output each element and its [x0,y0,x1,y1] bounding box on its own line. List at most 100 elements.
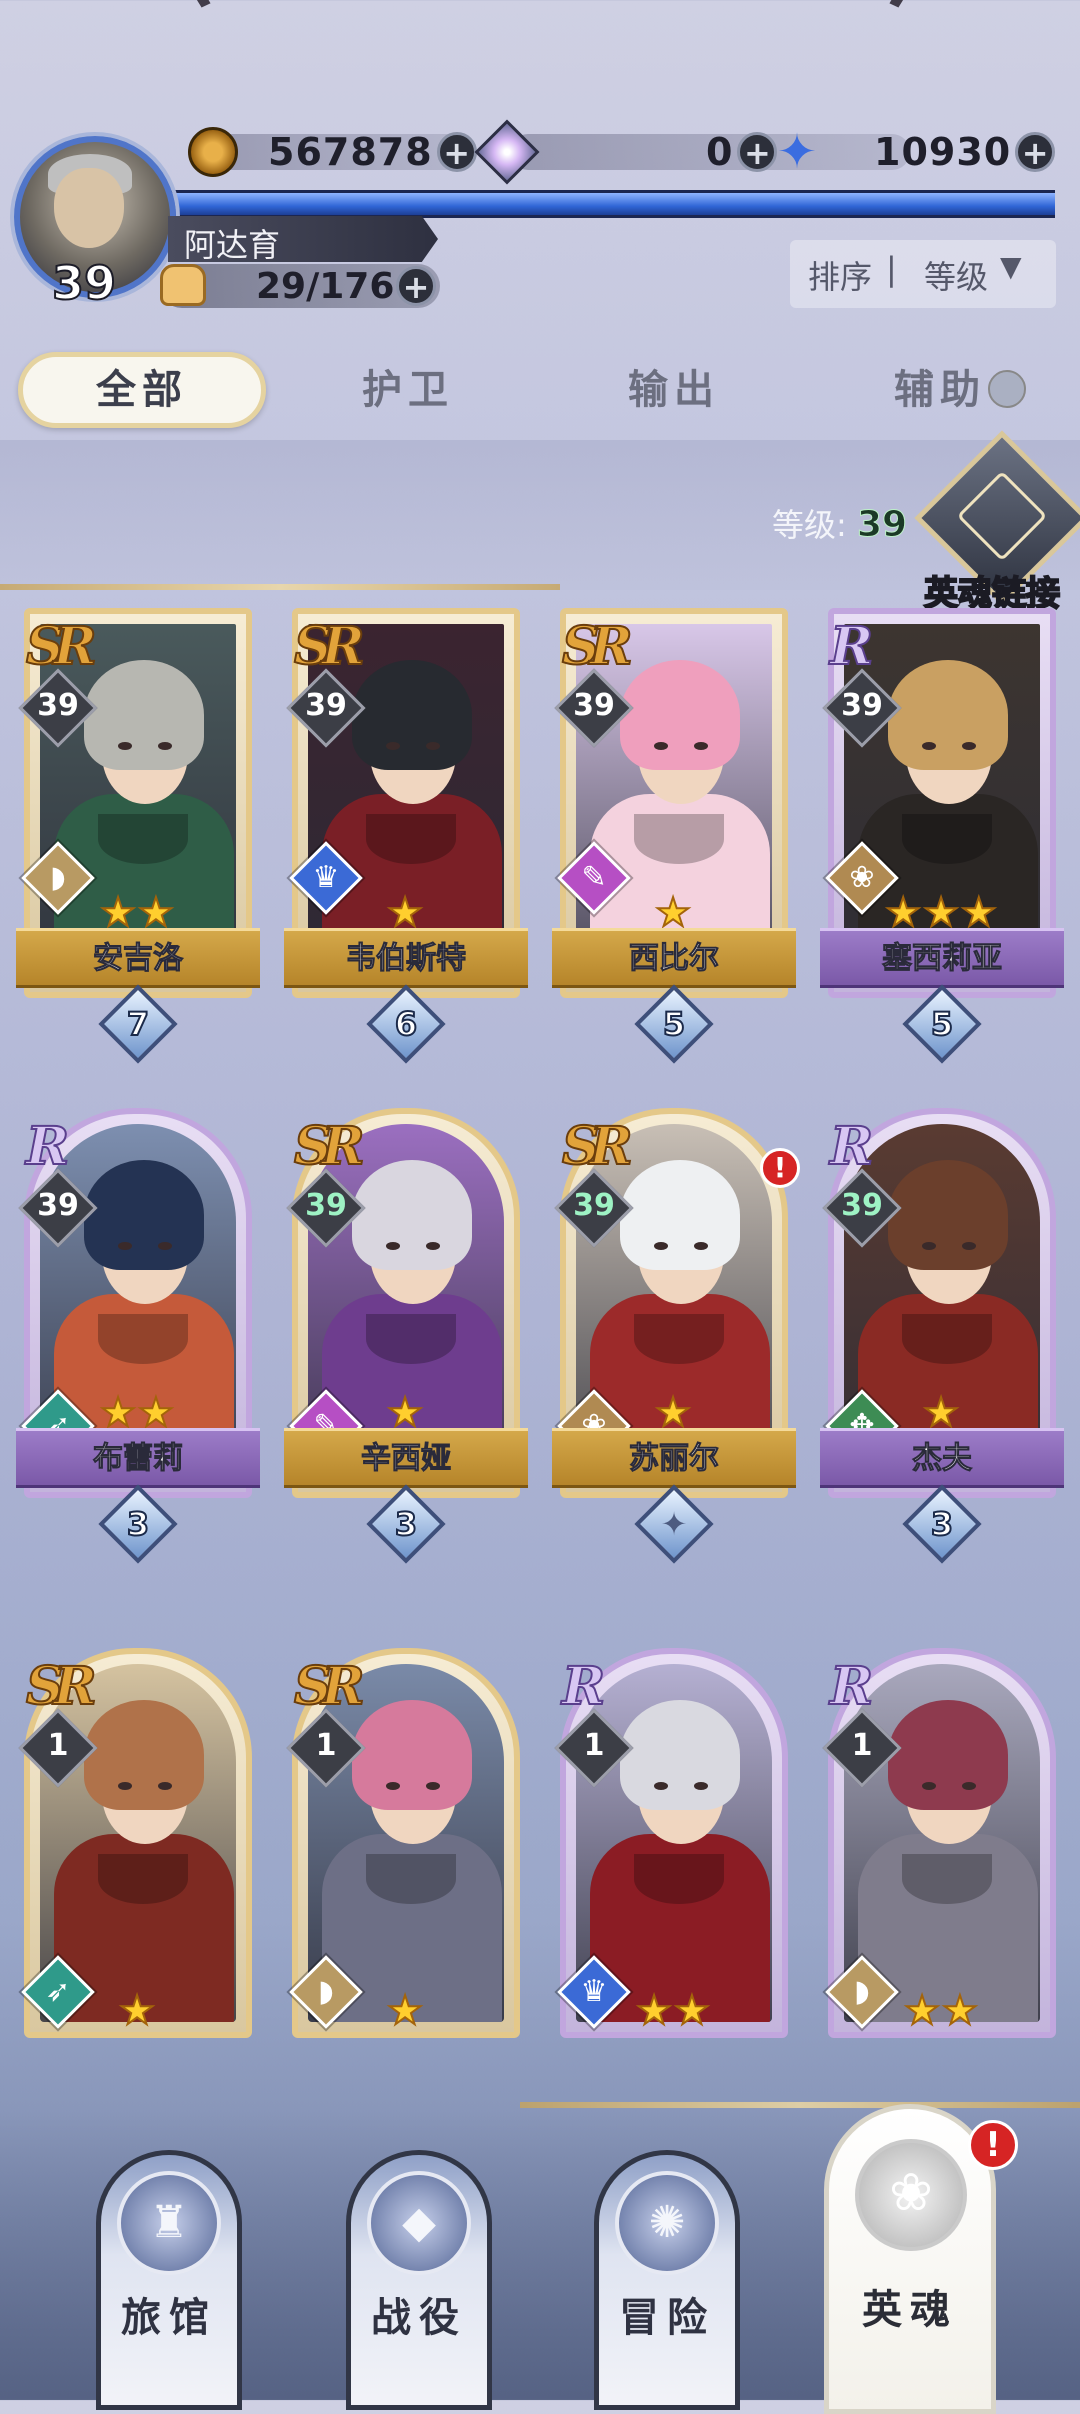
gold-value: 567878 [268,130,433,174]
hero-level-label: 等级: [772,506,847,544]
hero-level: 39 [841,1188,883,1223]
blue-star-icon: ✦ [776,124,818,180]
gem-icon [474,119,540,185]
sort-dropdown[interactable]: 排序 | 等级 ▼ [790,240,1056,308]
hero-name: 苏丽尔 [552,1428,796,1488]
nav-adventure[interactable]: ✺ 冒险 [594,2150,740,2410]
sort-divider: | [886,250,897,288]
section-divider-bottom [520,2102,1080,2108]
hero-name: 塞西莉亚 [820,928,1064,988]
hero-card[interactable]: R 1 ◗ ★★ [822,1648,1060,2068]
nav-campaign[interactable]: ◆ 战役 [346,2150,492,2410]
campaign-banner-icon: ◆ [367,2171,471,2275]
gold-coin-icon [188,127,238,177]
hero-alert-badge: ! [760,1148,800,1188]
sort-value: 等级 [924,258,989,296]
bread-stamina-icon [160,264,206,306]
soul-count: 6 [394,1004,418,1044]
star-rating: ★ [118,1987,157,2035]
add-star-button[interactable]: + [1015,132,1056,172]
section-divider [0,584,560,590]
resource-bar: 567878 + 0 + ✦ 10930 + [170,119,1056,185]
rarity-badge: R [561,1655,606,1718]
hero-name: 韦伯斯特 [284,928,528,988]
experience-bar [160,190,1055,218]
hero-card[interactable]: R 39 ➶ ★★ 布蕾莉 3 [16,1108,260,1564]
hero-name: 杰夫 [820,1428,1064,1488]
hero-name: 辛西娅 [284,1428,528,1488]
rarity-badge: SR [293,1115,366,1178]
hero-level: 39 [37,688,79,723]
hero-level: 1 [851,1728,873,1763]
tab-scroll-dot [988,370,1026,408]
sort-label: 排序 [808,258,873,296]
compass-star-icon: ✦ [660,1505,688,1543]
hero-level: 39 [305,1188,347,1223]
hero-card[interactable]: SR 39 ✎ ★ 西比尔 5 [552,608,796,1064]
hero-card[interactable]: R 1 ♛ ★★ [554,1648,792,2068]
add-stamina-button[interactable]: + [396,266,436,306]
soul-count: 5 [930,1004,954,1044]
hero-card[interactable]: SR 1 ◗ ★ [286,1648,524,2068]
add-gem-button[interactable]: + [737,132,778,172]
tab-guardian[interactable]: 护卫 [300,352,516,428]
hero-level-info: 等级: 39 [772,500,908,546]
soul-count: 5 [662,1004,686,1044]
hero-level-value: 39 [856,504,908,546]
player-name-plate: 阿达育 [168,216,438,262]
nav-campaign-label: 战役 [371,2295,467,2341]
nav-tavern[interactable]: ♜ 旅馆 [96,2150,242,2410]
player-level: 39 [51,255,117,311]
hero-level: 39 [573,688,615,723]
rarity-badge: SR [293,615,366,678]
hero-soul-rose-icon: ❀ [855,2139,967,2251]
hero-card[interactable]: SR 39 ♛ ★ 韦伯斯特 6 [284,608,528,1064]
hero-level: 39 [305,688,347,723]
hero-level: 1 [315,1728,337,1763]
hero-card[interactable]: SR 39 ❀ ★ 苏丽尔 ✦! [552,1108,800,1564]
rarity-badge: R [829,1655,874,1718]
rarity-badge: R [829,1115,874,1178]
rarity-badge: SR [293,1655,366,1718]
soul-count: 3 [394,1504,418,1544]
hero-card[interactable]: SR 39 ✎ ★ 辛西娅 3 [284,1108,528,1564]
tavern-mug-icon: ♜ [117,2171,221,2275]
tab-all[interactable]: 全部 [18,352,266,428]
gem-value: 0 [706,130,734,174]
hero-level: 39 [573,1188,615,1223]
hero-card[interactable]: SR 1 ➶ ★ [18,1648,256,2068]
add-gold-button[interactable]: + [436,132,477,172]
hero-name: 布蕾莉 [16,1428,260,1488]
adventure-compass-icon: ✺ [615,2171,719,2275]
rarity-badge: SR [561,615,634,678]
player-name: 阿达育 [184,226,281,264]
tab-damage[interactable]: 输出 [566,352,782,428]
star-rating: ★★ [635,1987,712,2035]
hero-card[interactable]: R 39 ❀ ★★★ 塞西莉亚 5 [820,608,1064,1064]
nav-hero-soul-alert-badge: ! [968,2120,1018,2170]
star-rating: ★ [386,1987,425,2035]
hero-name: 安吉洛 [16,928,260,988]
hero-level: 1 [47,1728,69,1763]
soul-count: 3 [930,1504,954,1544]
rarity-badge: R [25,1115,70,1178]
chevron-down-icon: ▼ [1000,250,1022,283]
resource-gold: 567878 + [188,127,477,177]
hero-card[interactable]: SR 39 ◗ ★★ 安吉洛 7 [16,608,260,1064]
star-value: 10930 [874,130,1012,174]
hero-filter-tabs: 全部 护卫 输出 辅助 [0,352,1080,432]
soul-count: 3 [126,1504,150,1544]
stamina-value: 29/176 [256,266,395,307]
hero-level: 39 [37,1188,79,1223]
hero-name: 西比尔 [552,928,796,988]
rarity-badge: R [829,615,874,678]
soul-count: 7 [126,1004,150,1044]
resource-gem: 0 + [474,119,778,185]
hero-level: 1 [583,1728,605,1763]
rarity-badge: SR [25,615,98,678]
rarity-badge: SR [25,1655,98,1718]
star-rating: ★★ [903,1987,980,2035]
hero-level: 39 [841,688,883,723]
nav-tavern-label: 旅馆 [121,2295,217,2341]
hero-card[interactable]: R 39 ✥ ★ 杰夫 3 [820,1108,1064,1564]
